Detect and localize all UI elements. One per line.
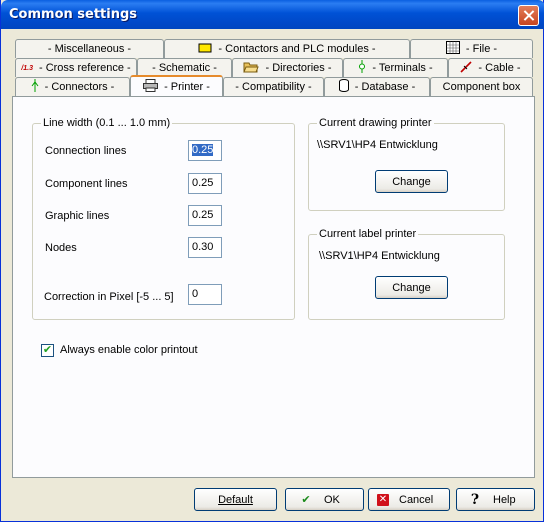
color-printout-checkbox[interactable]: ✔	[41, 344, 54, 357]
tab-contactors-plc[interactable]: - Contactors and PLC modules -	[164, 39, 410, 58]
default-button-label: Default	[218, 493, 253, 506]
color-printout-label: Always enable color printout	[60, 344, 198, 356]
database-icon	[338, 79, 349, 95]
tab-label: - Cable -	[478, 62, 521, 74]
component-lines-label: Component lines	[45, 178, 128, 190]
drawing-printer-group: Current drawing printer \\SRV1\HP4 Entwi…	[308, 117, 505, 211]
tab-label: - Connectors -	[44, 81, 115, 93]
label-printer-legend: Current label printer	[317, 228, 419, 240]
change-label-printer-button[interactable]: Change	[375, 276, 448, 299]
contactor-icon	[198, 43, 212, 56]
tab-label: - Database -	[354, 81, 416, 93]
tab-label: - File -	[465, 43, 498, 55]
printer-settings-panel: Line width (0.1 ... 1.0 mm) Connection l…	[12, 96, 535, 478]
tab-cable[interactable]: - Cable -	[448, 58, 533, 77]
label-printer-name: \\SRV1\HP4 Entwicklung	[319, 250, 440, 262]
tab-database[interactable]: - Database -	[324, 77, 430, 96]
folder-open-icon	[243, 61, 260, 76]
tab-label: - Schematic -	[152, 62, 217, 74]
cross-reference-icon: /1.3	[21, 64, 33, 72]
ok-button[interactable]: ✔ OK	[285, 488, 364, 511]
file-grid-icon	[445, 41, 460, 57]
help-button-label: Help	[493, 493, 516, 506]
printer-icon	[143, 78, 159, 95]
terminal-icon	[358, 60, 366, 76]
pixel-correction-label: Correction in Pixel [-5 ... 5]	[44, 291, 174, 303]
tab-cross-reference[interactable]: /1.3 - Cross reference -	[15, 58, 137, 77]
graphic-lines-label: Graphic lines	[45, 210, 110, 222]
window-title: Common settings	[9, 7, 138, 22]
tab-label: - Miscellaneous -	[47, 43, 132, 55]
connection-lines-field[interactable]: 0.25	[188, 140, 222, 161]
cable-icon	[460, 60, 472, 76]
cancel-button-label: Cancel	[399, 493, 434, 506]
tab-compatibility[interactable]: - Compatibility -	[223, 77, 324, 96]
tab-miscellaneous[interactable]: - Miscellaneous -	[15, 39, 164, 58]
drawing-printer-name: \\SRV1\HP4 Entwicklung	[317, 139, 438, 151]
nodes-field[interactable]: 0.30	[188, 237, 222, 258]
title-bar[interactable]: Common settings	[1, 0, 544, 29]
help-button[interactable]: ? Help	[456, 488, 535, 511]
close-button[interactable]	[518, 5, 539, 26]
tab-label: - Terminals -	[372, 62, 433, 74]
connection-lines-label: Connection lines	[45, 145, 127, 157]
drawing-printer-legend: Current drawing printer	[317, 117, 434, 129]
tab-label: Component box	[442, 81, 521, 93]
change-drawing-printer-button[interactable]: Change	[375, 170, 448, 193]
pixel-correction-field[interactable]: 0	[188, 284, 222, 305]
connector-icon	[31, 79, 39, 95]
default-button[interactable]: Default	[194, 488, 277, 511]
tab-printer[interactable]: - Printer -	[130, 75, 223, 96]
tab-label: - Directories -	[265, 62, 332, 74]
cancel-button[interactable]: ✕ Cancel	[368, 488, 450, 511]
graphic-lines-field[interactable]: 0.25	[188, 205, 222, 226]
tab-label: - Cross reference -	[38, 62, 131, 74]
dialog-window: Common settings - Miscellaneous - - Cont…	[0, 0, 544, 522]
nodes-label: Nodes	[45, 242, 77, 254]
tab-label: - Printer -	[164, 80, 210, 93]
tab-connectors[interactable]: - Connectors -	[15, 77, 130, 96]
component-lines-field[interactable]: 0.25	[188, 173, 222, 194]
tab-file[interactable]: - File -	[410, 39, 533, 58]
tab-terminals[interactable]: - Terminals -	[343, 58, 448, 77]
tab-label: - Compatibility -	[235, 81, 312, 93]
label-printer-group: Current label printer \\SRV1\HP4 Entwick…	[308, 228, 505, 320]
line-width-group: Line width (0.1 ... 1.0 mm) Connection l…	[32, 117, 295, 320]
cancel-x-icon: ✕	[377, 493, 389, 506]
ok-button-label: OK	[324, 493, 340, 506]
checkmark-icon: ✔	[301, 494, 311, 506]
tab-label: - Contactors and PLC modules -	[218, 43, 376, 55]
line-width-legend: Line width (0.1 ... 1.0 mm)	[41, 117, 173, 129]
tab-directories[interactable]: - Directories -	[232, 58, 343, 77]
question-mark-icon: ?	[470, 491, 480, 508]
tab-component-box[interactable]: Component box	[430, 77, 533, 96]
